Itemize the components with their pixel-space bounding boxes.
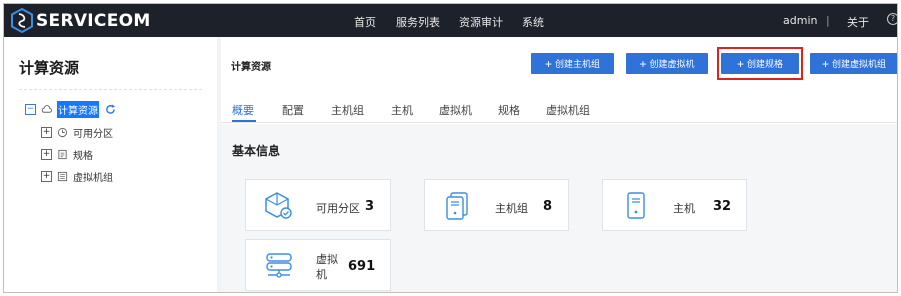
tree-root-label[interactable]: 计算资源 (57, 100, 99, 118)
user-menu[interactable]: admin (783, 14, 817, 27)
help-icon[interactable]: ? (887, 13, 897, 25)
refresh-icon[interactable] (105, 103, 116, 115)
tab-flavor[interactable]: 规格 (498, 102, 520, 118)
app-window: SERVICEOM 首页 服务列表 资源审计 系统 admin | 关于 ? 计… (3, 3, 898, 293)
stat-label-line2: 机 (316, 268, 327, 281)
expand-icon[interactable]: + (41, 148, 52, 160)
tree-item-flavor[interactable]: + 规格 (41, 146, 93, 162)
collapse-icon[interactable]: − (25, 103, 36, 115)
about-link[interactable]: 关于 (847, 14, 869, 30)
tab-vm-group[interactable]: 虚拟机组 (546, 102, 590, 118)
tree-item-label[interactable]: 可用分区 (73, 125, 113, 140)
tree-root[interactable]: − 计算资源 (25, 100, 116, 118)
vm-group-icon (57, 171, 68, 181)
top-separator: | (826, 14, 830, 27)
section-title: 基本信息 (232, 144, 281, 158)
stat-card-vm[interactable]: 虚拟 机 691 (245, 239, 391, 291)
zone-icon (57, 127, 68, 137)
overview-content: 基本信息 可用分区 3 主机组 8 主机 32 虚拟 机 691 (221, 124, 897, 292)
nav-system[interactable]: 系统 (522, 14, 544, 30)
sidebar-divider (19, 89, 202, 90)
stat-value: 32 (713, 199, 732, 214)
stat-card-host-group[interactable]: 主机组 8 (424, 179, 569, 231)
tree-item-label[interactable]: 规格 (73, 147, 93, 162)
flavor-icon (58, 149, 67, 159)
highlight-box (717, 47, 803, 80)
tab-config[interactable]: 配置 (282, 102, 304, 118)
main-panel: 计算资源 + 创建主机组 + 创建虚拟机 + 创建规格 + 创建虚拟机组 概要 … (221, 37, 897, 292)
host-group-icon (446, 192, 468, 220)
cloud-icon (41, 104, 52, 113)
create-host-group-button[interactable]: + 创建主机组 (531, 53, 614, 74)
availability-zone-icon (265, 192, 292, 219)
tab-host[interactable]: 主机 (391, 102, 413, 118)
stat-card-availability-zone[interactable]: 可用分区 3 (245, 179, 391, 231)
stat-value: 3 (365, 199, 375, 214)
tab-overview[interactable]: 概要 (232, 102, 254, 118)
nav-home[interactable]: 首页 (354, 14, 376, 30)
nav-service-list[interactable]: 服务列表 (396, 14, 440, 30)
tree-item-label[interactable]: 虚拟机组 (73, 169, 113, 184)
logo-icon (11, 8, 33, 33)
button-label: 创建虚拟机 (649, 59, 695, 69)
plus-icon: + (544, 56, 552, 71)
expand-icon[interactable]: + (41, 126, 52, 138)
host-icon (627, 192, 645, 219)
tree-item-vm-group[interactable]: + 虚拟机组 (41, 168, 113, 184)
active-tab-indicator (232, 120, 256, 122)
sidebar: 计算资源 − 计算资源 + 可用分区 + 规格 + 虚拟机组 (4, 37, 217, 292)
logo-text: SERVICEOM (36, 10, 151, 31)
tab-bar: 概要 配置 主机组 主机 虚拟机 规格 虚拟机组 (221, 95, 897, 123)
tab-vm[interactable]: 虚拟机 (439, 102, 472, 118)
tree-item-availability-zone[interactable]: + 可用分区 (41, 124, 113, 140)
stat-label: 主机组 (495, 202, 528, 215)
stat-label: 可用分区 (316, 202, 360, 215)
plus-icon: + (821, 56, 829, 71)
logo[interactable]: SERVICEOM (10, 8, 151, 33)
vm-server-icon (266, 253, 292, 278)
stat-card-host[interactable]: 主机 32 (602, 179, 747, 231)
create-vm-button[interactable]: + 创建虚拟机 (626, 53, 708, 74)
stat-value: 8 (543, 199, 553, 214)
create-vm-group-button[interactable]: + 创建虚拟机组 (810, 53, 897, 74)
tab-host-group[interactable]: 主机组 (331, 102, 364, 118)
stat-label: 主机 (673, 202, 695, 215)
button-label: 创建主机组 (555, 59, 601, 69)
sidebar-title: 计算资源 (19, 59, 80, 77)
expand-icon[interactable]: + (41, 170, 52, 182)
stat-label-line1: 虚拟 (316, 253, 338, 266)
button-label: 创建虚拟机组 (832, 59, 887, 69)
plus-icon: + (639, 56, 647, 71)
nav-resource-audit[interactable]: 资源审计 (459, 14, 503, 30)
stat-value: 691 (348, 259, 376, 274)
top-bar: SERVICEOM 首页 服务列表 资源审计 系统 admin | 关于 ? (4, 4, 897, 37)
page-title: 计算资源 (231, 62, 271, 73)
